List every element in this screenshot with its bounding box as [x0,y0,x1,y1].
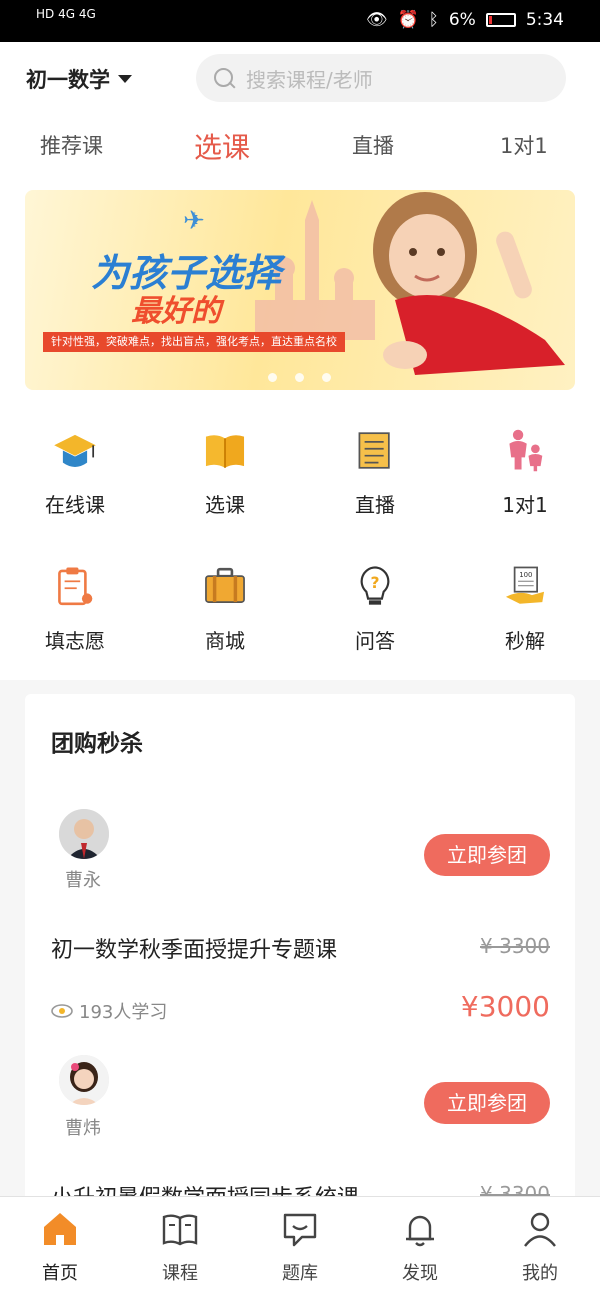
grid-item-online-course[interactable]: 在线课 [0,398,150,518]
grid-item-qa[interactable]: ? 问答 [300,534,450,654]
carousel-dot[interactable] [322,373,331,382]
category-tabs: 推荐课 选课 直播 1对1 [0,112,600,180]
carousel-dot[interactable] [295,373,304,382]
parent-child-icon [509,429,543,472]
bell-icon [406,1215,434,1247]
group-buy-card: 团购秒杀 曹永 立即参团 初一数学秋季面授提升专题课 ¥ 3300 193人学习… [25,694,575,1214]
carousel-dot[interactable] [268,373,277,382]
grid-label: 商城 [205,629,245,653]
girl-photo [373,192,565,375]
feature-grid: 在线课 选课 直播 1对1 填志愿 商城 ? 问答 100 秒解 [0,398,600,680]
tab-select-course[interactable]: 选课 [194,126,250,166]
eye-icon [51,1004,73,1018]
caret-down-icon [118,75,132,83]
clipboard-icon [58,567,93,606]
nav-label: 题库 [282,1263,318,1284]
teacher-name: 曹炜 [65,1118,101,1139]
svg-text:?: ? [370,574,379,592]
grid-item-application[interactable]: 填志愿 [0,534,150,654]
document-icon [358,432,390,469]
grid-label: 选课 [205,493,245,517]
grid-item-mall[interactable]: 商城 [150,534,300,654]
original-price: ¥ 3300 [480,934,550,958]
banner-section: ✈ 为孩子选择 最好的 针对性强，突破难点，找出盲点，强化考点，直达重点名校 [0,180,600,398]
grid-label: 在线课 [45,493,105,517]
grid-item-one-on-one[interactable]: 1对1 [450,398,600,518]
section-title: 团购秒杀 [51,731,143,757]
grid-item-quick-solve[interactable]: 100 秒解 [450,534,600,654]
open-book-icon [205,435,245,468]
grid-label: 1对1 [502,493,548,517]
nav-item-profile[interactable]: 我的 [480,1209,600,1294]
join-group-button[interactable]: 立即参团 [424,834,550,876]
svg-text:100: 100 [519,571,532,579]
exam-hand-icon: 100 [505,566,545,604]
status-right: 👁 ⏰ ᛒ 6% 5:34 [366,10,564,30]
grade-label: 初一数学 [26,68,110,92]
grid-item-select-course[interactable]: 选课 [150,398,300,518]
graduation-cap-icon [54,434,96,467]
avatar [59,1055,109,1105]
tab-live[interactable]: 直播 [352,130,394,160]
nav-item-home[interactable]: 首页 [0,1209,120,1294]
home-icon [44,1213,76,1245]
search-placeholder: 搜索课程/老师 [246,67,373,92]
grade-selector[interactable]: 初一数学 [26,64,132,94]
nav-item-discover[interactable]: 发现 [360,1209,480,1294]
eye-icon: 👁 [365,10,388,30]
avatar [59,809,109,859]
carousel-dots [268,373,331,382]
grid-label: 直播 [355,493,395,517]
search-input[interactable]: 搜索课程/老师 [196,54,566,102]
grid-item-live[interactable]: 直播 [300,398,450,518]
airplane-icon: ✈ [183,206,205,236]
bottom-nav: 首页 课程 题库 发现 我的 [0,1196,600,1301]
top-header: 初一数学 搜索课程/老师 [0,42,600,112]
battery-level: 6% [448,10,476,30]
grid-label: 秒解 [505,629,545,653]
signal-indicators: HD 4G 4G [36,7,96,21]
nav-label: 发现 [402,1263,438,1284]
learner-count: 193人学习 [51,998,167,1024]
grid-label: 问答 [355,629,395,653]
nav-item-courses[interactable]: 课程 [120,1209,240,1294]
grid-label: 填志愿 [45,629,105,653]
nav-label: 首页 [42,1263,78,1284]
book-icon [162,1214,198,1246]
clock: 5:34 [525,10,564,30]
course-item[interactable]: 曹永 立即参团 初一数学秋季面授提升专题课 ¥ 3300 193人学习 ¥300… [25,794,575,1034]
tab-one-on-one[interactable]: 1对1 [500,130,548,160]
battery-icon [485,13,516,27]
sale-price: ¥3000 [460,990,550,1023]
teacher-name: 曹永 [65,870,101,891]
lightbulb-question-icon: ? [360,566,390,605]
learner-count-text: 193人学习 [79,1002,168,1023]
banner-tagline: 针对性强，突破难点，找出盲点，强化考点，直达重点名校 [43,332,345,352]
tab-recommended[interactable]: 推荐课 [40,130,103,160]
nav-item-question-bank[interactable]: 题库 [240,1209,360,1294]
nav-label: 我的 [522,1263,558,1284]
search-icon [212,66,236,90]
join-group-button[interactable]: 立即参团 [424,1082,550,1124]
alarm-icon: ⏰ [397,10,419,30]
banner-subheadline: 最好的 [131,294,221,329]
course-title[interactable]: 初一数学秋季面授提升专题课 [51,932,337,964]
chat-bubble-icon [283,1213,317,1247]
user-icon [524,1212,556,1247]
status-bar: HD 4G 4G 👁 ⏰ ᛒ 6% 5:34 [0,0,600,42]
nav-label: 课程 [162,1263,198,1284]
promo-banner[interactable]: ✈ 为孩子选择 最好的 针对性强，突破难点，找出盲点，强化考点，直达重点名校 [25,190,575,390]
bluetooth-icon: ᛒ [428,10,439,30]
suitcase-icon [205,567,245,603]
